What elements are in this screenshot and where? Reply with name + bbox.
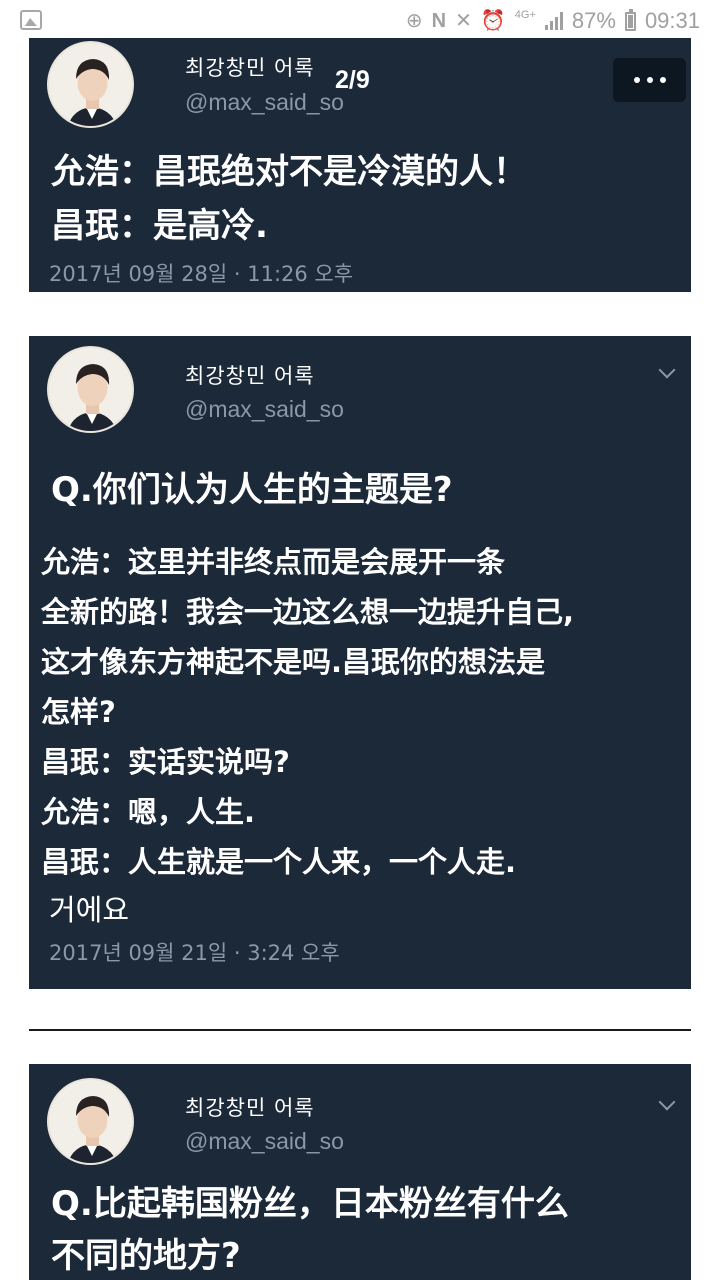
status-bar: ⊕ N ✕ ⏰ 4G+ 87% 09:31 [0,0,720,42]
image-icon [20,10,42,30]
avatar[interactable] [47,1078,134,1165]
tweet-text-line: 怎样? [41,695,116,729]
tweet-text-line: 允浩：昌珉绝对不是冷漠的人！ [51,152,527,192]
signal-icon [544,12,563,30]
avatar[interactable] [47,346,134,433]
timestamp: 2017년 09월 28일 · 11:26 오후 [49,262,354,286]
tweet-text-line: 昌珉：人生就是一个人来，一个人走. [41,845,517,879]
tweet-card[interactable]: 최강창민 어록 @max_said_so Q.你们认为人生的主题是? 允浩：这里… [29,336,691,989]
nfc-icon: N [431,10,447,32]
tweet-text-line: 允浩：嗯，人生. [41,795,256,829]
chevron-down-icon[interactable] [658,1093,676,1111]
battery-icon [624,8,636,31]
alarm-lock-icon: ⊕ [405,10,423,32]
network-type: 4G+ [514,8,536,21]
tweet-question: Q.比起韩国粉丝，日本粉丝有什么 [51,1184,569,1224]
divider [29,1029,691,1031]
display-name: 최강창민 어록 [185,56,315,80]
handle[interactable]: @max_said_so [185,396,344,423]
tweet-question: 不同的地方? [51,1236,241,1276]
more-options-icon[interactable] [613,58,686,102]
tweet-card[interactable]: 최강창민 어록 @max_said_so Q.比起韩国粉丝，日本粉丝有什么 不同… [29,1064,691,1280]
mute-icon: ✕ [455,10,472,32]
timestamp: 2017년 09월 21일 · 3:24 오후 [49,941,340,965]
clock: 09:31 [644,8,700,33]
tweet-text-line: 全新的路！我会一边这么想一边提升自己, [41,595,575,629]
tweet-question: Q.你们认为人生的主题是? [51,470,453,510]
tweet-text-line: 昌珉：是高冷. [51,206,268,246]
tweet-text-line: 거에요 [49,893,130,927]
battery-percent: 87% [571,8,616,33]
handle[interactable]: @max_said_so [185,1128,344,1155]
tweet-text-line: 这才像东方神起不是吗.昌珉你的想法是 [41,645,546,679]
tweet-text-line: 昌珉：实话实说吗? [41,745,290,779]
display-name: 최강창민 어록 [185,1096,315,1120]
avatar[interactable] [47,41,134,128]
tweet-text-line: 允浩：这里并非终点而是会展开一条 [41,545,506,579]
page-indicator: 2/9 [335,66,370,94]
handle[interactable]: @max_said_so [185,89,344,116]
display-name: 최강창민 어록 [185,364,315,388]
chevron-down-icon[interactable] [658,361,676,379]
status-icons: ⊕ N ✕ ⏰ 4G+ 87% 09:31 [406,8,700,34]
alarm-icon: ⏰ [480,10,506,32]
